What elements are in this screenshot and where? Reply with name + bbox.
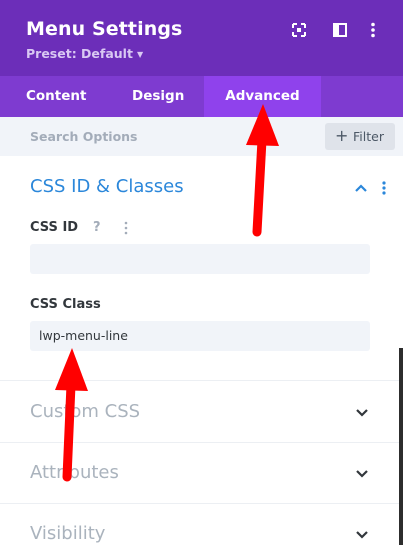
fullscreen-icon[interactable] xyxy=(290,21,308,39)
tab-bar: Content Design Advanced xyxy=(0,76,403,117)
tab-advanced[interactable]: Advanced xyxy=(204,76,321,117)
chevron-down-icon[interactable] xyxy=(355,469,369,479)
section-visibility-title[interactable]: Visibility xyxy=(30,523,105,544)
css-class-input[interactable]: lwp-menu-line xyxy=(30,321,370,351)
search-input[interactable]: Search Options xyxy=(30,129,138,144)
divider xyxy=(0,442,403,443)
field-options-icon[interactable] xyxy=(123,221,129,235)
filter-label: Filter xyxy=(353,129,384,144)
css-id-label: CSS ID xyxy=(30,220,79,235)
section-custom-css-title[interactable]: Custom CSS xyxy=(30,401,140,422)
chevron-down-icon[interactable] xyxy=(355,530,369,540)
modal-title: Menu Settings xyxy=(26,18,183,40)
chevron-up-icon[interactable] xyxy=(354,183,368,193)
plus-icon: + xyxy=(335,126,349,145)
more-options-icon[interactable] xyxy=(364,21,382,39)
preset-dropdown[interactable]: Preset: Default ▼ xyxy=(26,46,143,61)
divider xyxy=(0,380,403,381)
scrollbar[interactable] xyxy=(399,348,403,545)
section-attributes-title[interactable]: Attributes xyxy=(30,462,119,483)
css-class-label: CSS Class xyxy=(30,297,101,312)
settings-header: Menu Settings Preset: Default ▼ xyxy=(0,0,403,76)
split-view-icon[interactable] xyxy=(331,21,349,39)
tab-content[interactable]: Content xyxy=(26,76,86,117)
section-css-id-classes-title[interactable]: CSS ID & Classes xyxy=(30,176,184,197)
chevron-down-icon[interactable] xyxy=(355,408,369,418)
caret-down-icon: ▼ xyxy=(136,50,144,59)
divider xyxy=(0,503,403,504)
preset-label: Preset: Default xyxy=(26,46,133,61)
section-options-icon[interactable] xyxy=(380,180,388,196)
css-id-input[interactable] xyxy=(30,244,370,274)
search-bar: Search Options + Filter xyxy=(0,117,403,156)
tab-design[interactable]: Design xyxy=(132,76,184,117)
help-icon[interactable]: ? xyxy=(93,220,101,235)
filter-button[interactable]: + Filter xyxy=(325,123,395,150)
